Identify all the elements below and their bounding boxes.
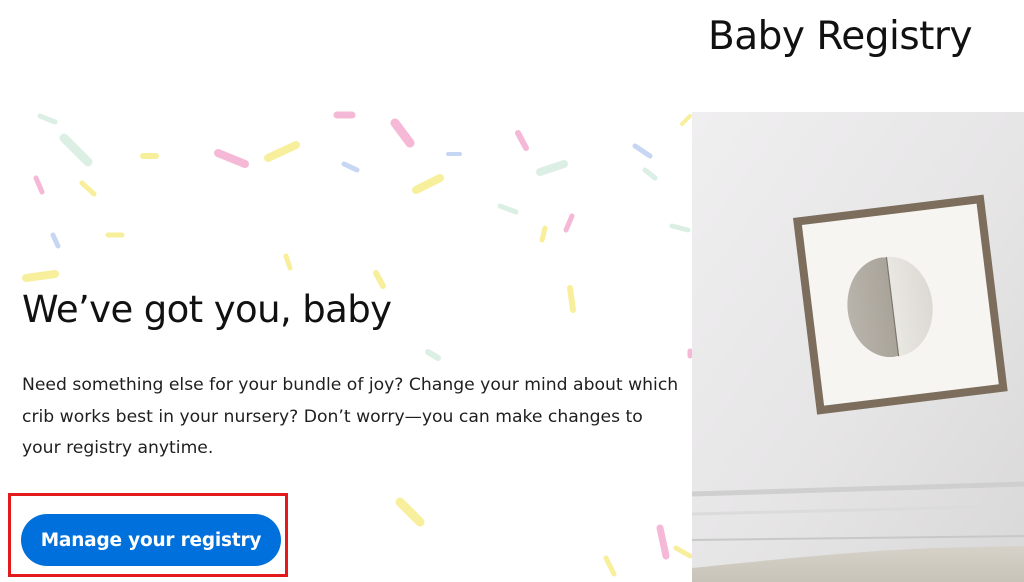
page-title: Baby Registry [708,14,973,59]
registry-page: Baby Registry We’ve got you, baby Need s… [0,0,1024,582]
nursery-photo [692,112,1024,582]
hero-description: Need something else for your bundle of j… [22,375,679,458]
hero-section: We’ve got you, baby Need something else … [0,108,1024,582]
manage-registry-button[interactable]: Manage your registry [21,514,281,566]
hero-heading: We’ve got you, baby [22,288,392,331]
